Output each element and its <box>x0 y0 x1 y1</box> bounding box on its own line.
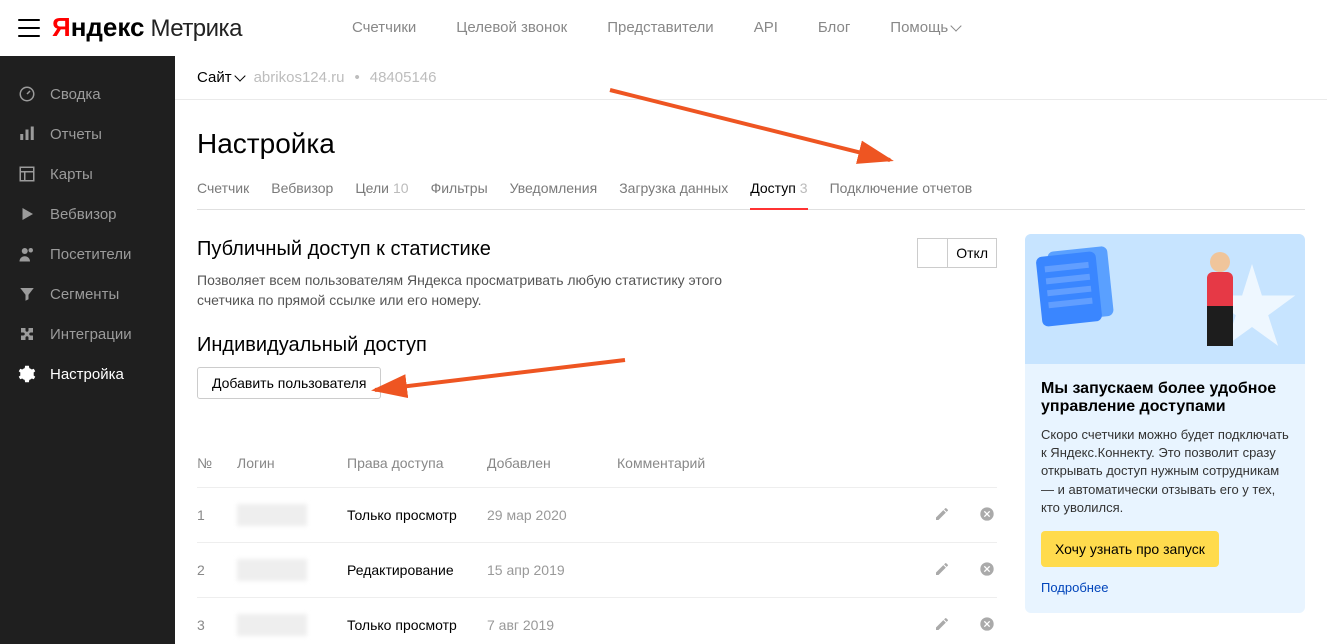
sidebar-item-settings[interactable]: Настройка <box>0 354 175 394</box>
row-rights: Только просмотр <box>347 507 487 523</box>
tab-access[interactable]: Доступ 3 <box>750 180 807 210</box>
promo-link[interactable]: Подробнее <box>1041 580 1108 595</box>
public-access-title: Публичный доступ к статистике <box>197 238 997 261</box>
tab-filters[interactable]: Фильтры <box>431 180 488 209</box>
top-bar: Яндекс Метрика Счетчики Целевой звонок П… <box>0 0 1327 56</box>
delete-icon[interactable] <box>967 616 1007 635</box>
edit-icon[interactable] <box>917 506 967 525</box>
sidebar-item-maps[interactable]: Карты <box>0 154 175 194</box>
chevron-down-icon <box>234 70 245 81</box>
row-added: 7 авг 2019 <box>487 617 617 633</box>
sidebar-item-label: Вебвизор <box>50 206 117 223</box>
funnel-icon <box>18 285 36 303</box>
nav-help[interactable]: Помощь <box>890 19 960 36</box>
separator: • <box>354 69 359 86</box>
row-rights: Только просмотр <box>347 617 487 633</box>
tab-upload[interactable]: Загрузка данных <box>619 180 728 209</box>
site-selector[interactable]: Сайт <box>197 69 244 86</box>
sidebar-item-summary[interactable]: Сводка <box>0 74 175 114</box>
tab-counter[interactable]: Счетчик <box>197 180 249 209</box>
tab-webvisor[interactable]: Вебвизор <box>271 180 333 209</box>
table-row: 1 Только просмотр 29 мар 2020 <box>197 488 997 543</box>
sidebar-item-label: Настройка <box>50 366 124 383</box>
play-icon <box>18 205 36 223</box>
sidebar-item-label: Отчеты <box>50 126 102 143</box>
row-login-blurred <box>237 614 307 636</box>
individual-access-title: Индивидуальный доступ <box>197 334 997 357</box>
sidebar-item-visitors[interactable]: Посетители <box>0 234 175 274</box>
delete-icon[interactable] <box>967 506 1007 525</box>
sidebar: Сводка Отчеты Карты Вебвизор Посетители … <box>0 56 175 644</box>
row-num: 3 <box>197 617 237 633</box>
access-table: № Логин Права доступа Добавлен Комментар… <box>197 439 997 644</box>
sidebar-item-reports[interactable]: Отчеты <box>0 114 175 154</box>
chevron-down-icon <box>951 20 962 31</box>
sidebar-item-label: Сегменты <box>50 286 119 303</box>
table-header: № Логин Права доступа Добавлен Комментар… <box>197 439 997 488</box>
th-num: № <box>197 455 237 471</box>
public-access-toggle[interactable]: Откл <box>917 238 997 268</box>
delete-icon[interactable] <box>967 561 1007 580</box>
site-domain: abrikos124.ru <box>254 69 345 86</box>
settings-tabs: Счетчик Вебвизор Цели 10 Фильтры Уведомл… <box>197 180 1305 210</box>
promo-panel: Beta Мы запускаем более удобное управлен… <box>1025 234 1305 613</box>
toggle-checkbox[interactable] <box>918 239 948 267</box>
table-row: 2 Редактирование 15 апр 2019 <box>197 543 997 598</box>
layout-icon <box>18 165 36 183</box>
site-label: Сайт <box>197 69 232 86</box>
row-login-blurred <box>237 504 307 526</box>
th-comment: Комментарий <box>617 455 917 471</box>
nav-reps[interactable]: Представители <box>607 19 713 36</box>
row-added: 29 мар 2020 <box>487 507 617 523</box>
tab-connect-reports[interactable]: Подключение отчетов <box>830 180 973 209</box>
toggle-label: Откл <box>948 245 996 261</box>
row-num: 1 <box>197 507 237 523</box>
row-added: 15 апр 2019 <box>487 562 617 578</box>
nav-target-call[interactable]: Целевой звонок <box>456 19 567 36</box>
th-rights: Права доступа <box>347 455 487 471</box>
nav-api[interactable]: API <box>754 19 778 36</box>
promo-illustration <box>1025 234 1305 364</box>
breadcrumb: Сайт abrikos124.ru • 48405146 <box>175 56 1327 100</box>
nav-blog[interactable]: Блог <box>818 19 850 36</box>
row-num: 2 <box>197 562 237 578</box>
logo-product: Метрика <box>151 15 242 43</box>
edit-icon[interactable] <box>917 616 967 635</box>
th-added: Добавлен <box>487 455 617 471</box>
promo-text: Скоро счетчики можно будет подключать к … <box>1041 426 1289 517</box>
sidebar-item-integrations[interactable]: Интеграции <box>0 314 175 354</box>
edit-icon[interactable] <box>917 561 967 580</box>
bar-chart-icon <box>18 125 36 143</box>
tab-notifications[interactable]: Уведомления <box>510 180 598 209</box>
tab-goals[interactable]: Цели 10 <box>355 180 408 209</box>
public-access-section: Публичный доступ к статистике Откл Позво… <box>197 238 997 644</box>
th-login: Логин <box>237 455 347 471</box>
top-nav: Счетчики Целевой звонок Представители AP… <box>352 19 960 36</box>
main-area: Сайт abrikos124.ru • 48405146 Настройка … <box>175 56 1327 644</box>
logo[interactable]: Яндекс Метрика <box>52 12 242 43</box>
sidebar-item-label: Посетители <box>50 246 131 263</box>
promo-title: Мы запускаем более удобное управление до… <box>1041 380 1289 416</box>
public-access-desc: Позволяет всем пользователям Яндекса про… <box>197 271 757 310</box>
add-user-button[interactable]: Добавить пользователя <box>197 367 381 399</box>
users-icon <box>18 245 36 263</box>
content: Настройка Счетчик Вебвизор Цели 10 Фильт… <box>175 100 1327 644</box>
sidebar-item-label: Карты <box>50 166 93 183</box>
sidebar-item-label: Сводка <box>50 86 101 103</box>
table-row: 3 Только просмотр 7 авг 2019 <box>197 598 997 644</box>
puzzle-icon <box>18 325 36 343</box>
gauge-icon <box>18 85 36 103</box>
logo-brand: Яндекс <box>52 12 145 43</box>
nav-counters[interactable]: Счетчики <box>352 19 416 36</box>
sidebar-item-segments[interactable]: Сегменты <box>0 274 175 314</box>
counter-id: 48405146 <box>370 69 437 86</box>
sidebar-item-label: Интеграции <box>50 326 132 343</box>
row-login-blurred <box>237 559 307 581</box>
sidebar-item-webvisor[interactable]: Вебвизор <box>0 194 175 234</box>
gear-icon <box>18 365 36 383</box>
promo-cta-button[interactable]: Хочу узнать про запуск <box>1041 531 1219 567</box>
page-title: Настройка <box>197 128 1305 160</box>
hamburger-icon[interactable] <box>18 19 40 37</box>
row-rights: Редактирование <box>347 562 487 578</box>
